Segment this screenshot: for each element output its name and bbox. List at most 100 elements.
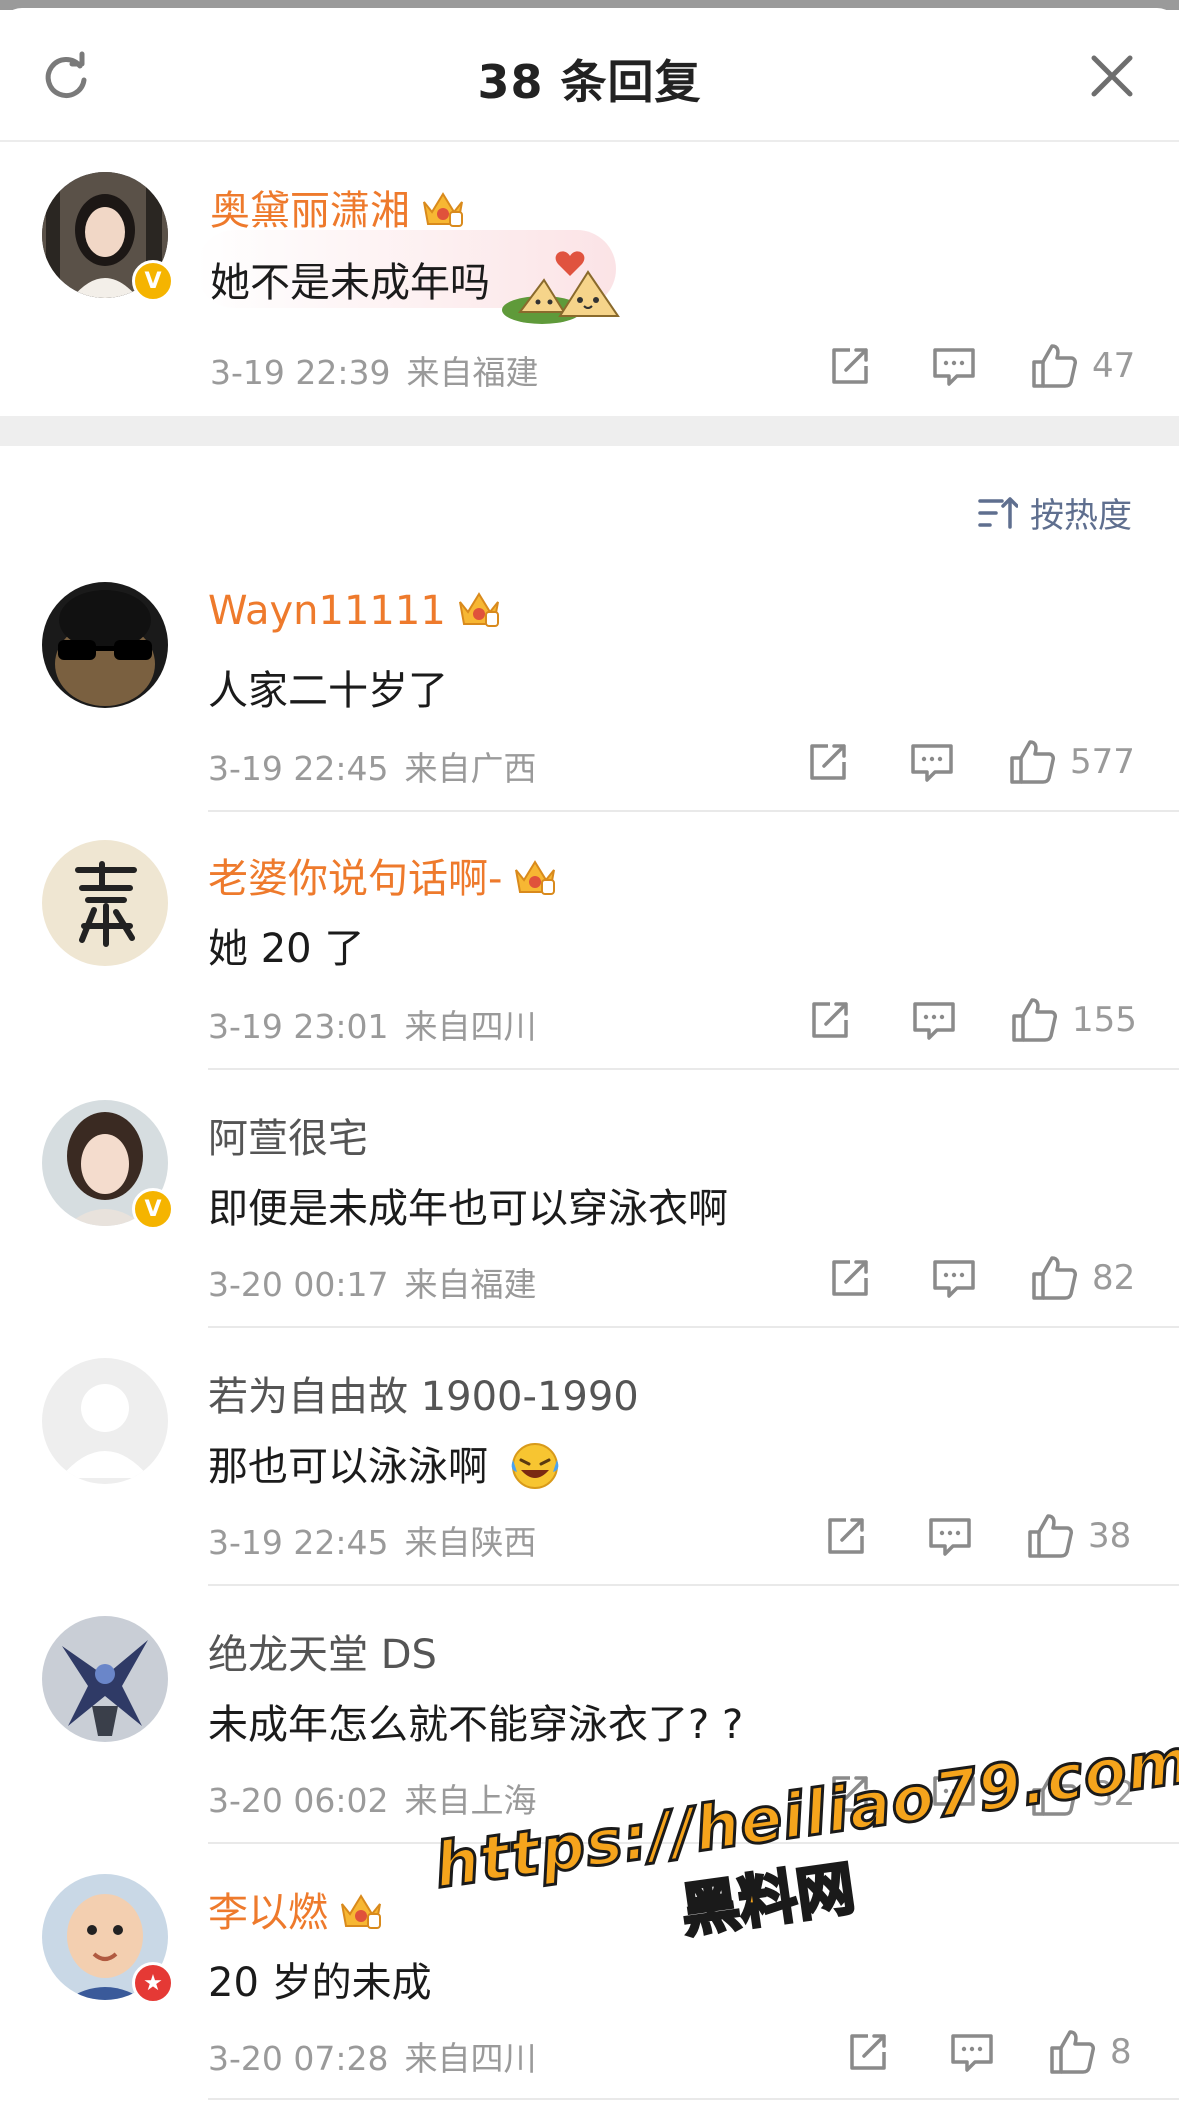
avatar[interactable]	[42, 840, 168, 966]
thumbs-up-icon	[1032, 1256, 1077, 1300]
comment-time: 3-20 06:02	[208, 1781, 389, 1820]
comment-time: 3-19 23:01	[208, 1007, 389, 1046]
comment-time: 3-19 22:39	[210, 353, 391, 392]
like-count: 155	[1072, 1000, 1137, 1040]
thumbs-up-icon	[1050, 2030, 1095, 2074]
like-button[interactable]: 38	[1026, 1508, 1131, 1564]
comment-icon	[933, 1260, 975, 1298]
thumbs-up-icon	[1032, 344, 1077, 388]
share-icon	[832, 348, 868, 384]
comment-text: 她 20 了	[208, 926, 365, 972]
username[interactable]: 老婆你说句话啊-	[208, 846, 558, 906]
reply-button[interactable]	[926, 338, 982, 394]
list-divider	[208, 810, 1179, 812]
share-icon	[832, 1260, 868, 1296]
comment-location: 来自四川	[404, 1007, 537, 1046]
close-button[interactable]	[1084, 48, 1140, 104]
username[interactable]: 奥黛丽潇湘	[210, 178, 466, 238]
avatar[interactable]: V	[42, 1100, 174, 1230]
like-button[interactable]: 155	[1010, 992, 1137, 1048]
comment-actions: 82	[822, 1250, 1135, 1306]
zongzi-sticker-icon	[502, 251, 620, 324]
vip-crown-icon	[338, 1890, 384, 1940]
comment-location: 来自福建	[406, 353, 539, 392]
username[interactable]: 阿萱很宅	[208, 1106, 368, 1164]
comment-text: 她不是未成年吗	[210, 260, 490, 306]
avatar[interactable]	[42, 1616, 168, 1742]
username[interactable]: 若为自由故 1900-1990	[208, 1364, 639, 1422]
like-button[interactable]: 47	[1030, 338, 1135, 394]
avatar-image	[42, 1616, 168, 1742]
comment-text: 20 岁的未成	[208, 1960, 432, 2006]
comment-text: 那也可以泳泳啊	[208, 1434, 563, 1492]
comment-icon	[933, 348, 975, 386]
comment-location: 来自陕西	[404, 1523, 537, 1562]
like-count: 8	[1110, 2032, 1132, 2072]
reply-button[interactable]	[922, 1508, 978, 1564]
comment-icon	[933, 1776, 975, 1814]
share-button[interactable]	[840, 2024, 896, 2080]
section-divider	[0, 416, 1179, 446]
like-count: 38	[1088, 1516, 1132, 1556]
comment-icon	[951, 2034, 993, 2072]
like-button[interactable]: 32	[1030, 1766, 1135, 1822]
like-button[interactable]: 8	[1048, 2024, 1132, 2080]
comment-actions: 47	[822, 338, 1135, 394]
username[interactable]: Wayn11111	[208, 588, 502, 638]
vip-crown-icon	[456, 588, 502, 638]
avatar[interactable]: V	[42, 172, 174, 302]
star-badge: ★	[132, 1962, 174, 2004]
verified-badge: V	[132, 1188, 174, 1230]
sheet-header: 38 条回复	[0, 8, 1179, 142]
reply-button[interactable]	[926, 1766, 982, 1822]
share-icon	[850, 2034, 886, 2070]
comment-time: 3-19 22:45	[208, 1523, 389, 1562]
reply-button[interactable]	[944, 2024, 1000, 2080]
comment-actions: 32	[822, 1766, 1135, 1822]
like-count: 47	[1092, 346, 1136, 386]
comment-meta: 3-19 23:01 来自四川	[208, 1000, 537, 1048]
reply-button[interactable]	[904, 734, 960, 790]
comment-icon	[913, 1002, 955, 1040]
share-button[interactable]	[822, 338, 878, 394]
comment-text: 人家二十岁了	[208, 668, 448, 714]
like-button[interactable]: 82	[1030, 1250, 1135, 1306]
reply-button[interactable]	[926, 1250, 982, 1306]
share-button[interactable]	[800, 734, 856, 790]
avatar-image	[42, 582, 168, 708]
share-button[interactable]	[822, 1766, 878, 1822]
verified-badge: V	[132, 260, 174, 302]
avatar[interactable]: ★	[42, 1874, 174, 2004]
comment-meta: 3-19 22:39 来自福建	[210, 346, 539, 394]
comment-location: 来自四川	[404, 2039, 537, 2078]
share-button[interactable]	[822, 1250, 878, 1306]
comment-time: 3-20 07:28	[208, 2039, 389, 2078]
share-icon	[832, 1776, 868, 1812]
username[interactable]: 李以燃	[208, 1880, 384, 1940]
avatar-image	[42, 1358, 168, 1484]
thumbs-up-icon	[1032, 1772, 1077, 1816]
comment-meta: 3-19 22:45 来自陕西	[208, 1516, 537, 1564]
share-button[interactable]	[818, 1508, 874, 1564]
list-divider	[208, 1842, 1179, 1844]
sort-by-hot-button[interactable]: 按热度	[978, 488, 1132, 537]
like-button[interactable]: 577	[1008, 734, 1135, 790]
comment-time: 3-20 00:17	[208, 1265, 389, 1304]
avatar[interactable]	[42, 1358, 168, 1484]
thumbs-up-icon	[1010, 740, 1055, 784]
close-icon	[1091, 55, 1133, 97]
thumbs-up-icon	[1012, 998, 1057, 1042]
reply-button[interactable]	[906, 992, 962, 1048]
list-divider	[208, 1584, 1179, 1586]
avatar[interactable]	[42, 582, 168, 708]
list-divider	[208, 1326, 1179, 1328]
share-icon	[810, 744, 846, 780]
comment-actions: 577	[800, 734, 1135, 790]
comment-actions: 8	[840, 2024, 1132, 2080]
sort-icon	[978, 496, 1018, 529]
share-button[interactable]	[802, 992, 858, 1048]
comment-time: 3-19 22:45	[208, 749, 389, 788]
like-count: 577	[1070, 742, 1135, 782]
username[interactable]: 绝龙天堂 DS	[208, 1622, 437, 1680]
list-divider	[208, 1068, 1179, 1070]
